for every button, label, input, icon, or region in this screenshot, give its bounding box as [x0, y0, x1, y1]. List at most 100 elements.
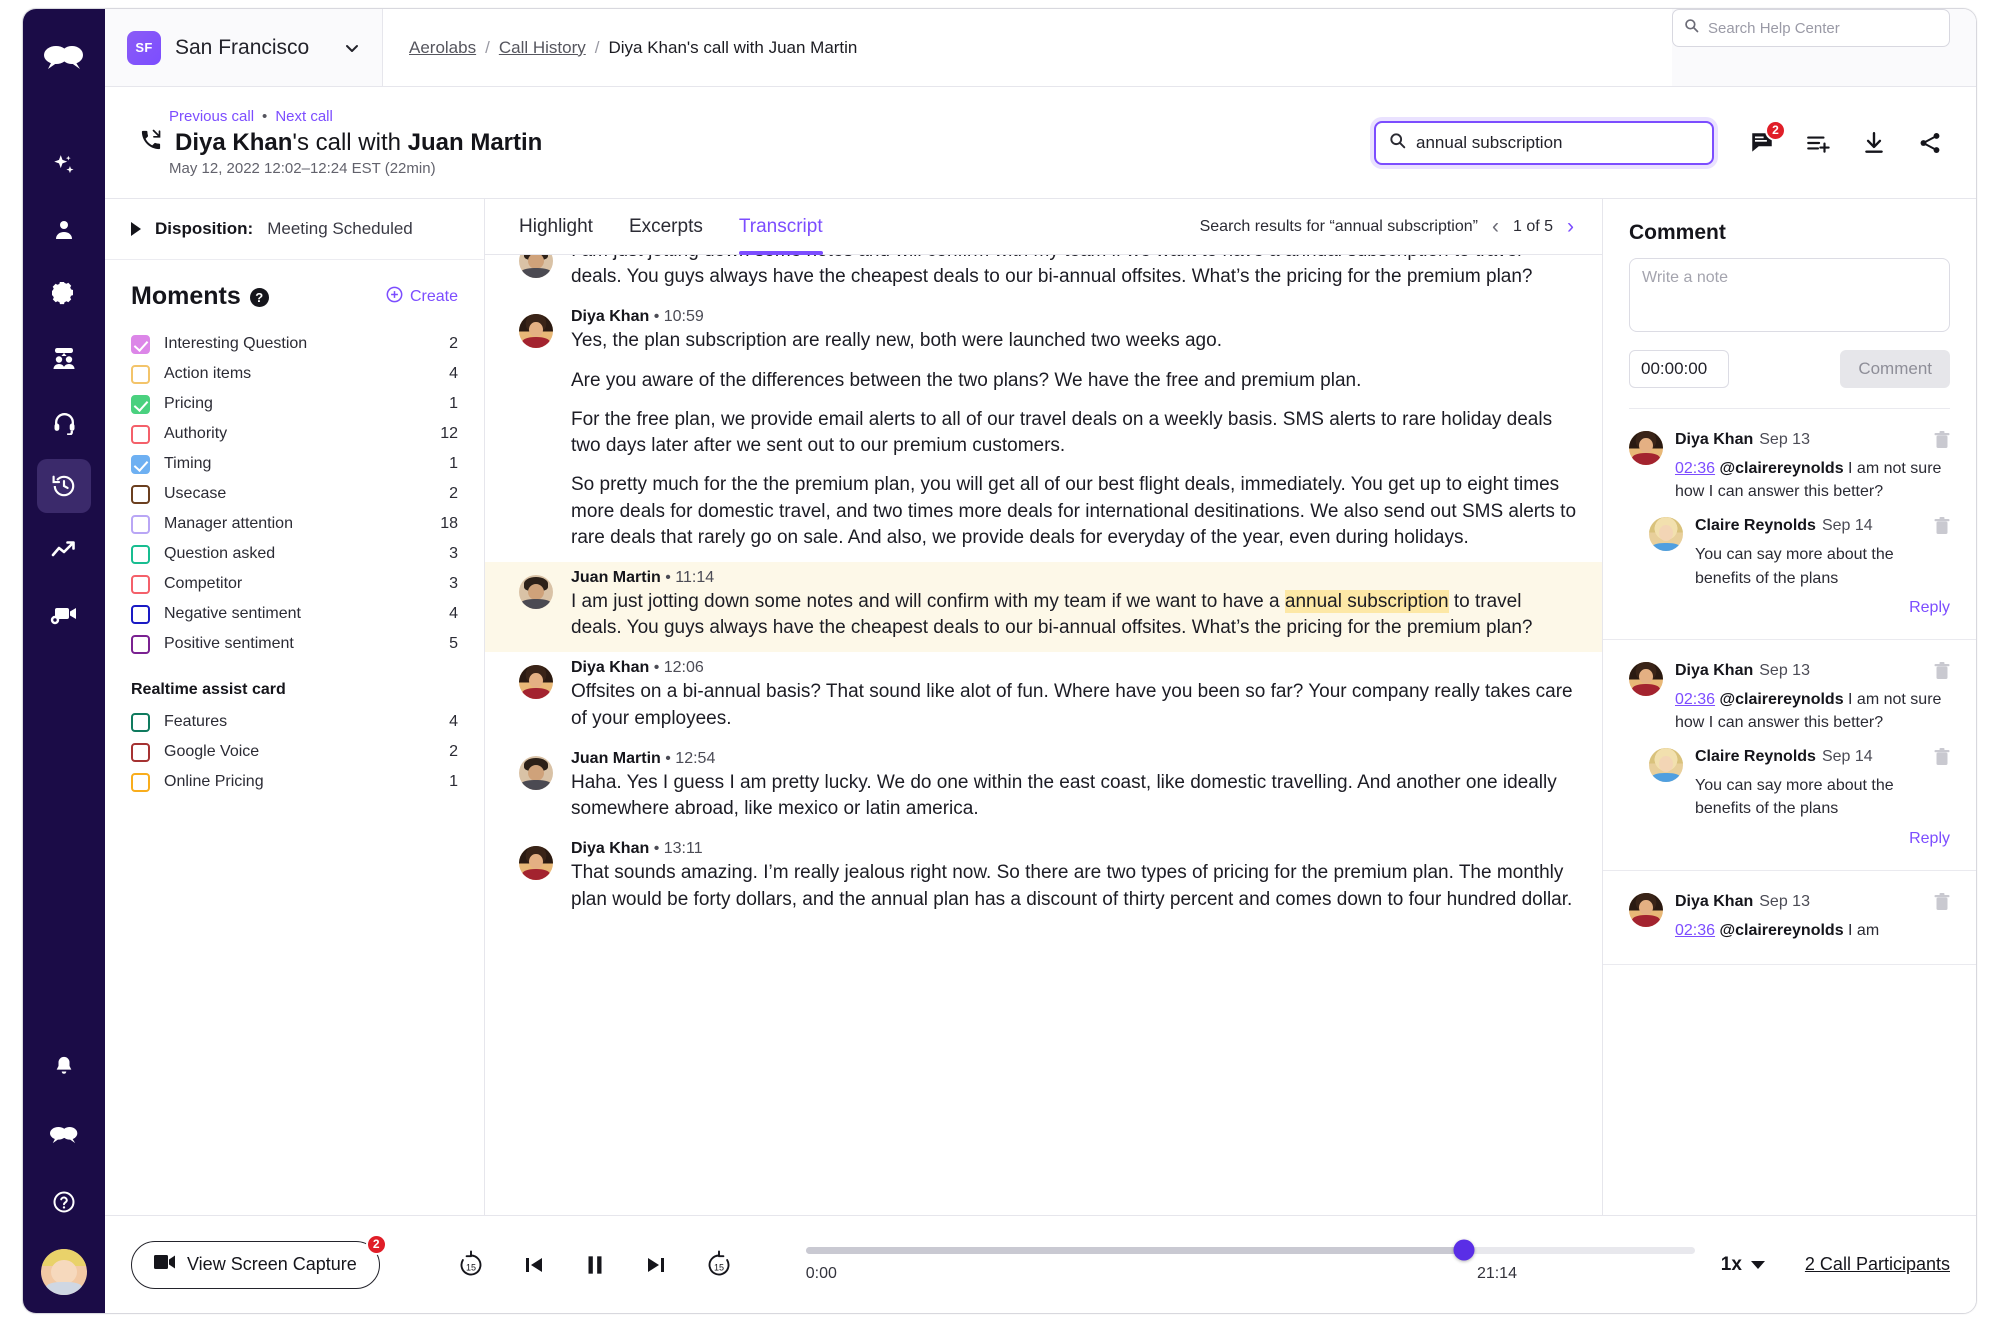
top-bar: SF San Francisco Aerolabs / Call History…	[105, 9, 1976, 87]
comment-note-input[interactable]	[1629, 258, 1950, 332]
playback-speed-selector[interactable]: 1x	[1721, 1254, 1765, 1276]
transcript-block[interactable]: Diya Khan • 12:06Offsites on a bi-annual…	[485, 652, 1602, 742]
moment-checkbox[interactable]	[131, 743, 150, 762]
moment-checkbox[interactable]	[131, 395, 150, 414]
next-call-link[interactable]: Next call	[275, 108, 333, 125]
seek-track[interactable]	[806, 1247, 1695, 1254]
delete-comment-icon[interactable]	[1934, 748, 1950, 771]
moment-row[interactable]: Timing1	[131, 449, 458, 479]
delete-comment-icon[interactable]	[1934, 517, 1950, 540]
download-icon[interactable]	[1860, 129, 1888, 157]
transcript-block[interactable]: Diya Khan • 10:59Yes, the plan subscript…	[485, 301, 1602, 562]
reply-link[interactable]: Reply	[1629, 830, 1950, 848]
sidebar-item-insights[interactable]	[37, 139, 91, 193]
sidebar-item-team[interactable]	[37, 331, 91, 385]
breadcrumb-section[interactable]: Call History	[499, 38, 586, 58]
moment-row[interactable]: Manager attention18	[131, 509, 458, 539]
search-input[interactable]	[1708, 20, 1938, 37]
comment-timestamp-link[interactable]: 02:36	[1675, 460, 1715, 477]
previous-call-link[interactable]: Previous call	[169, 108, 254, 125]
submit-comment-button[interactable]: Comment	[1840, 350, 1950, 388]
moment-checkbox[interactable]	[131, 575, 150, 594]
view-screen-capture-button[interactable]: View Screen Capture 2	[131, 1241, 380, 1289]
moment-checkbox[interactable]	[131, 455, 150, 474]
transcript-block[interactable]: Juan Martin • 12:54Haha. Yes I guess I a…	[485, 743, 1602, 833]
tab-transcript[interactable]: Transcript	[739, 199, 823, 255]
sidebar-item-settings[interactable]	[37, 267, 91, 321]
moment-checkbox[interactable]	[131, 425, 150, 444]
previous-track-button[interactable]	[522, 1253, 546, 1277]
rewind-15-icon[interactable]: 15	[704, 1250, 734, 1280]
breadcrumb-root[interactable]: Aerolabs	[409, 38, 476, 58]
help-icon[interactable]	[37, 1175, 91, 1229]
moment-row[interactable]: Positive sentiment5	[131, 629, 458, 659]
moment-row[interactable]: Authority12	[131, 419, 458, 449]
disposition-row[interactable]: Disposition: Meeting Scheduled	[105, 199, 484, 260]
comment-mention[interactable]: @clairereynolds	[1715, 691, 1844, 708]
comment-timestamp-link[interactable]: 02:36	[1675, 922, 1715, 939]
moment-checkbox[interactable]	[131, 635, 150, 654]
moment-count: 2	[449, 743, 458, 761]
moment-row[interactable]: Usecase2	[131, 479, 458, 509]
comment-timestamp-link[interactable]: 02:36	[1675, 691, 1715, 708]
comment-mention[interactable]: @clairereynolds	[1715, 922, 1844, 939]
next-track-button[interactable]	[644, 1253, 668, 1277]
sidebar-item-recordings[interactable]	[37, 587, 91, 641]
help-circle-icon[interactable]: ?	[250, 288, 269, 307]
pause-button[interactable]	[582, 1252, 608, 1278]
moment-row[interactable]: Competitor3	[131, 569, 458, 599]
seek-handle[interactable]	[1453, 1240, 1474, 1261]
reply-link[interactable]: Reply	[1629, 599, 1950, 617]
moment-row[interactable]: Pricing1	[131, 389, 458, 419]
sidebar-item-people[interactable]	[37, 203, 91, 257]
tab-excerpts[interactable]: Excerpts	[629, 199, 703, 255]
transcript-block[interactable]: Juan Martin • 11:14I am just jotting dow…	[485, 562, 1602, 652]
moment-checkbox[interactable]	[131, 485, 150, 504]
sidebar-item-analytics[interactable]	[37, 523, 91, 577]
transcript-block[interactable]: I am just jotting down some notes and wi…	[485, 255, 1602, 301]
comments-icon[interactable]: 2	[1748, 129, 1776, 157]
moment-row[interactable]: Interesting Question2	[131, 329, 458, 359]
seek-bar[interactable]: 0:00 21:14	[806, 1247, 1695, 1283]
delete-comment-icon[interactable]	[1934, 893, 1950, 916]
moment-checkbox[interactable]	[131, 545, 150, 564]
moment-row[interactable]: Online Pricing1	[131, 767, 458, 797]
disposition-value: Meeting Scheduled	[267, 219, 413, 239]
notifications-icon[interactable]	[37, 1039, 91, 1093]
call-participants-link[interactable]: 2 Call Participants	[1805, 1254, 1950, 1275]
prev-result-button[interactable]: ‹	[1490, 215, 1501, 239]
moment-row[interactable]: Question asked3	[131, 539, 458, 569]
comment-threads: Diya KhanSep 1302:36 @clairereynolds I a…	[1603, 409, 1976, 965]
transcript-search-input[interactable]	[1416, 133, 1699, 153]
tab-highlight[interactable]: Highlight	[519, 199, 593, 255]
add-to-list-icon[interactable]	[1804, 129, 1832, 157]
transcript-search[interactable]	[1374, 121, 1714, 165]
moment-row[interactable]: Google Voice2	[131, 737, 458, 767]
transcript-block[interactable]: Diya Khan • 13:11That sounds amazing. I’…	[485, 833, 1602, 923]
moment-checkbox[interactable]	[131, 335, 150, 354]
comment-mention[interactable]: @clairereynolds	[1715, 460, 1844, 477]
user-avatar[interactable]	[41, 1249, 87, 1295]
sidebar-item-call-history[interactable]	[37, 459, 91, 513]
moment-label: Usecase	[164, 485, 449, 503]
moment-checkbox[interactable]	[131, 365, 150, 384]
moment-row[interactable]: Negative sentiment4	[131, 599, 458, 629]
support-chat-icon[interactable]	[37, 1107, 91, 1161]
moment-row[interactable]: Action items4	[131, 359, 458, 389]
sidebar-item-coaching[interactable]	[37, 395, 91, 449]
moment-checkbox[interactable]	[131, 713, 150, 732]
workspace-switcher[interactable]: SF San Francisco	[105, 9, 383, 86]
delete-comment-icon[interactable]	[1934, 431, 1950, 454]
create-moment-button[interactable]: Create	[386, 286, 458, 308]
next-result-button[interactable]: ›	[1565, 215, 1576, 239]
moment-checkbox[interactable]	[131, 773, 150, 792]
help-center-search[interactable]	[1672, 9, 1950, 47]
comment-timestamp-input[interactable]: 00:00:00	[1629, 350, 1729, 388]
delete-comment-icon[interactable]	[1934, 662, 1950, 685]
forward-15-icon[interactable]: 15	[456, 1250, 486, 1280]
moment-checkbox[interactable]	[131, 515, 150, 534]
moment-row[interactable]: Features4	[131, 707, 458, 737]
moment-checkbox[interactable]	[131, 605, 150, 624]
transcript-list[interactable]: I am just jotting down some notes and wi…	[485, 255, 1602, 1215]
share-icon[interactable]	[1916, 129, 1944, 157]
